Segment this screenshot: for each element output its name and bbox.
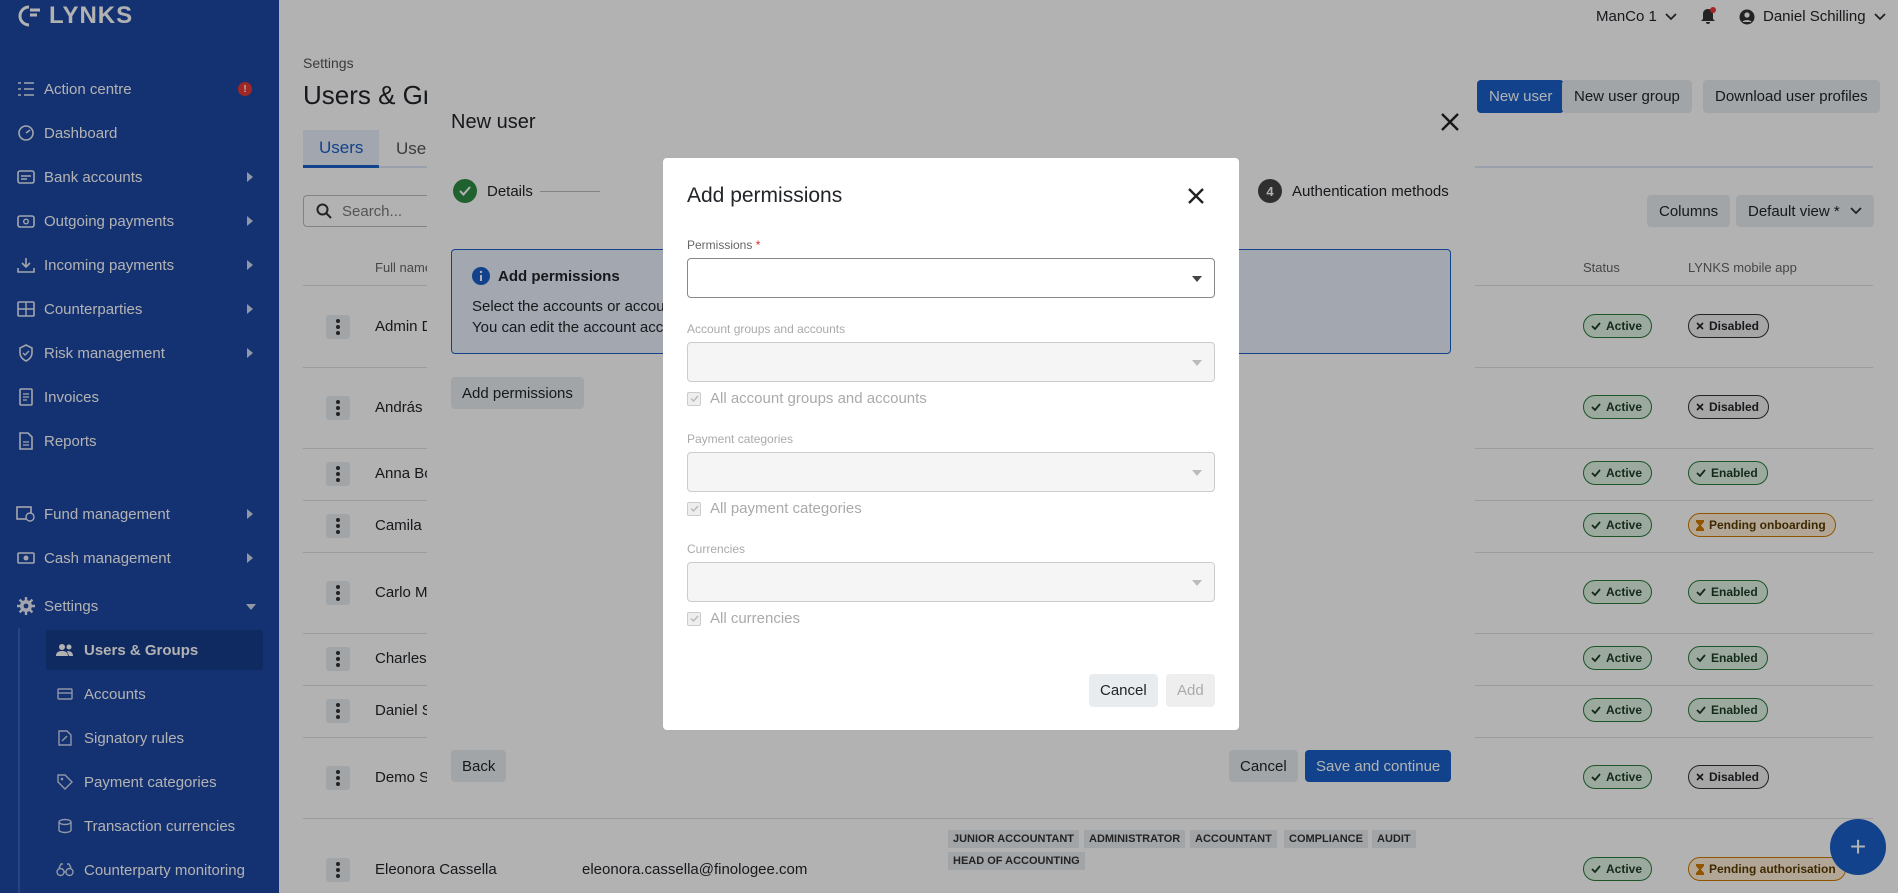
all-accounts-checkbox-row[interactable]: All account groups and accounts [687, 390, 927, 407]
currencies-select[interactable] [687, 562, 1215, 602]
checkbox-label: All currencies [710, 610, 801, 627]
close-icon[interactable] [1187, 187, 1205, 205]
cancel-button[interactable]: Cancel [1089, 674, 1158, 707]
permissions-label: Permissions * [687, 238, 760, 252]
caret-down-icon [1192, 580, 1202, 586]
add-button[interactable]: Add [1166, 674, 1215, 707]
checkbox[interactable] [687, 611, 701, 626]
payment-categories-select[interactable] [687, 452, 1215, 492]
account-groups-select[interactable] [687, 342, 1215, 382]
account-groups-label: Account groups and accounts [687, 322, 846, 336]
caret-down-icon [1192, 470, 1202, 476]
required-mark: * [755, 238, 761, 252]
payment-categories-label: Payment categories [687, 432, 794, 446]
all-currencies-checkbox-row[interactable]: All currencies [687, 610, 800, 627]
caret-down-icon [1192, 360, 1202, 366]
checkbox-label: All payment categories [710, 500, 862, 517]
add-permissions-modal: Add permissions Permissions * Account gr… [663, 158, 1239, 730]
modal-title: Add permissions [687, 184, 843, 207]
label-text: Permissions [687, 238, 753, 252]
currencies-label: Currencies [687, 542, 746, 556]
checkbox[interactable] [687, 501, 701, 516]
checkbox[interactable] [687, 391, 701, 406]
all-payment-categories-checkbox-row[interactable]: All payment categories [687, 500, 862, 517]
permissions-select[interactable] [687, 258, 1215, 298]
caret-down-icon [1192, 276, 1202, 282]
checkbox-label: All account groups and accounts [710, 390, 927, 407]
